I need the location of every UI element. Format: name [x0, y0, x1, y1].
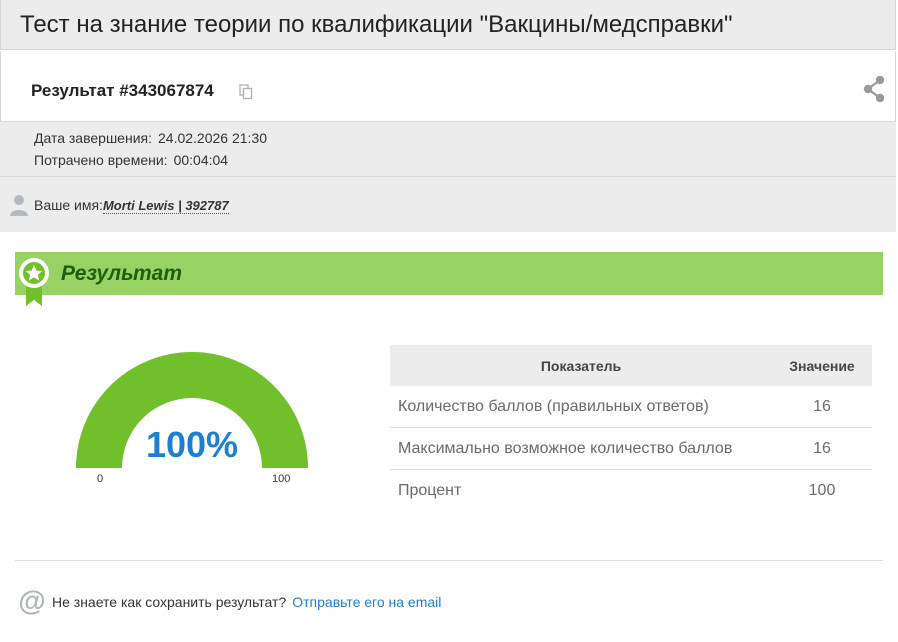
finish-date-row: Дата завершения: 24.02.2026 21:30 — [34, 130, 267, 146]
result-banner: Результат — [15, 252, 883, 306]
result-meta: Дата завершения: 24.02.2026 21:30 Потраче… — [0, 121, 896, 232]
column-header-indicator: Показатель — [390, 345, 772, 386]
footer-divider — [15, 560, 883, 561]
copy-icon[interactable] — [239, 84, 253, 100]
result-id: Результат #343067874 — [31, 81, 214, 100]
send-email-link[interactable]: Отправьте его на email — [292, 594, 441, 610]
time-spent-label: Потрачено времени: — [34, 152, 168, 168]
time-spent-value: 00:04:04 — [173, 152, 229, 168]
banner-title: Результат — [61, 262, 183, 285]
row-value: 16 — [772, 386, 872, 428]
row-value: 16 — [772, 427, 872, 470]
row-label: Количество баллов (правильных ответов) — [390, 386, 772, 428]
award-ribbon-icon — [19, 258, 49, 306]
finish-date-value: 24.02.2026 21:30 — [158, 130, 267, 146]
user-icon — [10, 195, 28, 216]
save-question: Не знаете как сохранить результат? — [52, 594, 287, 610]
score-gauge — [76, 352, 308, 468]
page-title: Тест на знание теории по квалификации "В… — [20, 11, 733, 38]
gauge-min-label: 0 — [97, 473, 104, 485]
gauge-max-label: 100 — [272, 473, 291, 485]
user-name-value: Morti Lewis | 392787 — [102, 197, 229, 214]
user-row: Ваше имя:Morti Lewis | 392787 — [10, 194, 229, 216]
result-header: Результат #343067874 — [0, 51, 896, 121]
share-icon[interactable] — [862, 75, 886, 103]
email-at-icon: @ — [18, 585, 46, 616]
meta-divider — [0, 176, 896, 177]
row-label: Максимально возможное количество баллов — [390, 427, 772, 470]
finish-date-label: Дата завершения: — [34, 130, 152, 146]
table-row: Максимально возможное количество баллов … — [390, 427, 872, 470]
row-value: 100 — [808, 481, 836, 499]
time-spent-row: Потрачено времени: 00:04:04 — [34, 152, 228, 168]
user-name-label: Ваше имя: — [34, 197, 103, 213]
column-header-value: Значение — [772, 345, 872, 386]
table-header-row: Показатель Значение — [390, 345, 872, 386]
save-result-footer: @ Не знаете как сохранить результат? Отпра… — [18, 585, 441, 616]
table-row: Количество баллов (правильных ответов) 1… — [390, 386, 872, 428]
results-table: Показатель Значение Количество баллов (п… — [390, 345, 872, 511]
gauge-value: 100% — [145, 424, 239, 465]
title-bar: Тест на знание теории по квалификации "В… — [0, 0, 896, 50]
row-label: Процент — [398, 481, 462, 499]
table-row: Процент 100 — [390, 470, 872, 512]
